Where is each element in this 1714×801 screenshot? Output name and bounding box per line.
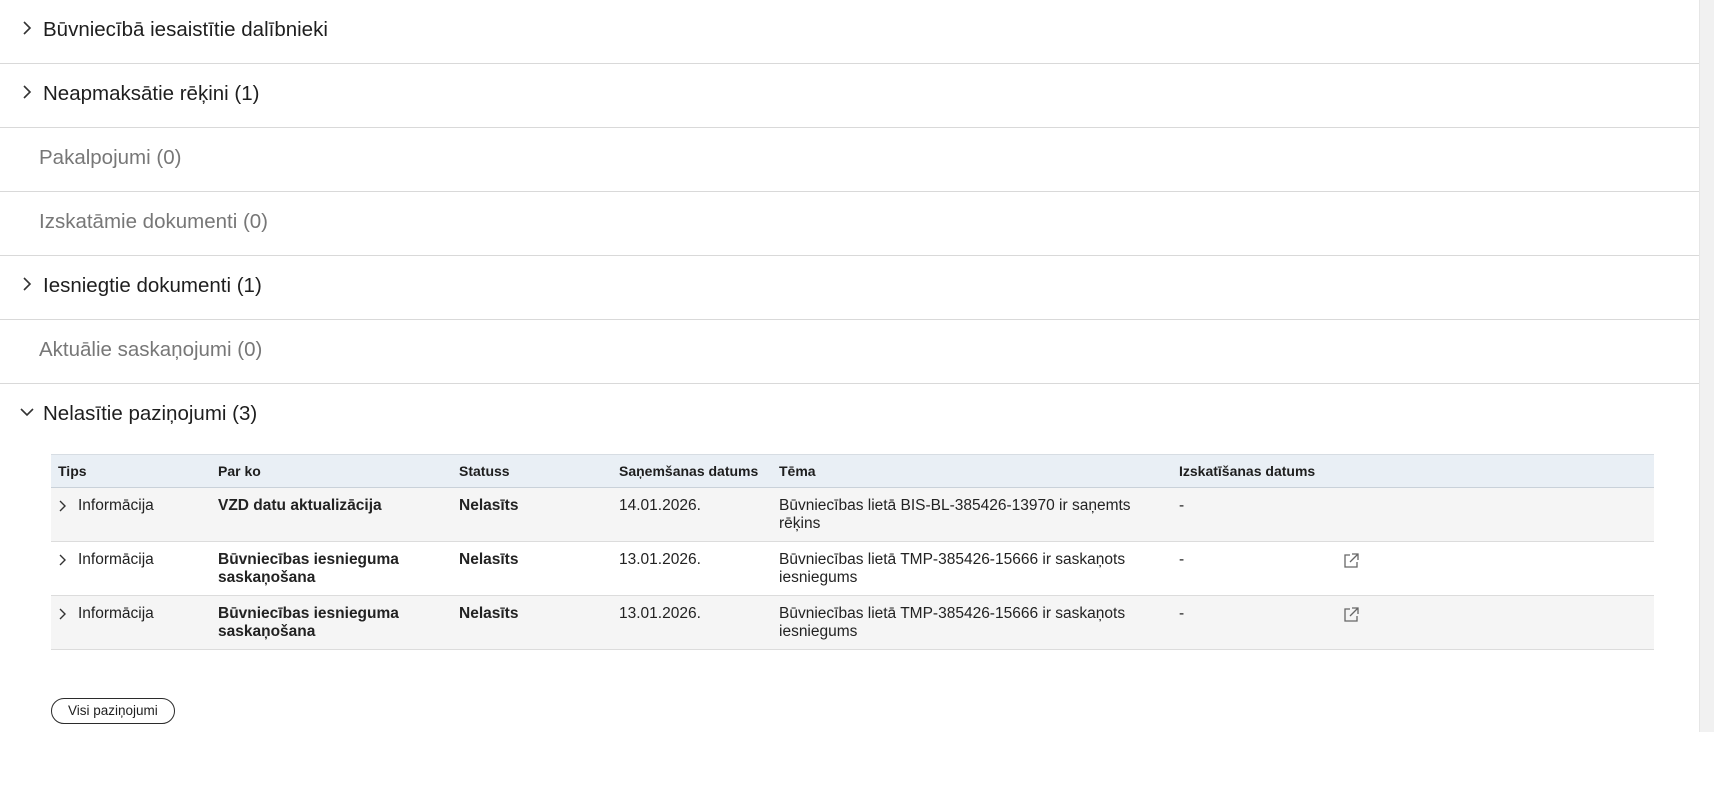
cell-tips[interactable]: Informācija bbox=[51, 488, 211, 542]
col-header-izskatisanas-datums: Izskatīšanas datums bbox=[1172, 454, 1332, 488]
cell-statuss: Nelasīts bbox=[459, 605, 519, 622]
cell-actions bbox=[1332, 542, 1654, 596]
notifications-table: Tips Par ko Statuss Saņemšanas datums Tē… bbox=[51, 454, 1654, 650]
cell-tips-text: Informācija bbox=[78, 551, 154, 568]
case-sections: Būvniecībā iesaistītie dalībnieki Neapma… bbox=[0, 0, 1700, 801]
external-link-icon[interactable] bbox=[1342, 606, 1360, 624]
cell-datums: 14.01.2026. bbox=[619, 497, 701, 514]
cell-tema: Būvniecības lietā BIS-BL-385426-13970 ir… bbox=[779, 497, 1131, 532]
section-title: Pakalpojumi (0) bbox=[39, 146, 182, 169]
section-documents-to-review: Izskatāmie dokumenti (0) bbox=[0, 192, 1700, 256]
cell-izskatisanas: - bbox=[1179, 551, 1185, 568]
chevron-right-icon bbox=[23, 277, 32, 291]
section-services: Pakalpojumi (0) bbox=[0, 128, 1700, 192]
section-participants[interactable]: Būvniecībā iesaistītie dalībnieki bbox=[0, 0, 1700, 64]
cell-par-ko: Būvniecības iesnieguma saskaņošana bbox=[218, 551, 399, 586]
col-header-actions bbox=[1332, 454, 1654, 488]
cell-tema: Būvniecības lietā TMP-385426-15666 ir sa… bbox=[779, 551, 1126, 586]
chevron-right-icon[interactable] bbox=[58, 553, 68, 567]
cell-statuss: Nelasīts bbox=[459, 497, 519, 514]
col-header-statuss: Statuss bbox=[452, 454, 612, 488]
section-unpaid-invoices[interactable]: Neapmaksātie rēķini (1) bbox=[0, 64, 1700, 128]
chevron-down-icon[interactable] bbox=[20, 403, 34, 421]
cell-par-ko: Būvniecības iesnieguma saskaņošana bbox=[218, 605, 399, 640]
cell-actions bbox=[1332, 596, 1654, 650]
section-submitted-documents[interactable]: Iesniegtie dokumenti (1) bbox=[0, 256, 1700, 320]
section-title: Aktuālie saskaņojumi (0) bbox=[39, 338, 263, 361]
section-current-approvals: Aktuālie saskaņojumi (0) bbox=[0, 320, 1700, 384]
section-title: Būvniecībā iesaistītie dalībnieki bbox=[43, 18, 328, 41]
cell-datums: 13.01.2026. bbox=[619, 551, 701, 568]
table-header-row: Tips Par ko Statuss Saņemšanas datums Tē… bbox=[51, 454, 1654, 488]
cell-tips-text: Informācija bbox=[78, 497, 154, 514]
external-link-icon[interactable] bbox=[1342, 552, 1360, 570]
section-title[interactable]: Nelasītie paziņojumi (3) bbox=[43, 401, 257, 427]
col-header-tips: Tips bbox=[51, 454, 211, 488]
cell-par-ko: VZD datu aktualizācija bbox=[218, 497, 382, 514]
cell-tips[interactable]: Informācija bbox=[51, 542, 211, 596]
section-unread-notifications: Nelasītie paziņojumi (3) Tips Par ko Sta… bbox=[0, 384, 1700, 801]
section-title: Iesniegtie dokumenti (1) bbox=[43, 274, 262, 297]
cell-izskatisanas: - bbox=[1179, 497, 1185, 514]
cell-actions bbox=[1332, 488, 1654, 542]
section-title: Neapmaksātie rēķini (1) bbox=[43, 82, 260, 105]
section-title: Izskatāmie dokumenti (0) bbox=[39, 210, 269, 233]
vertical-scrollbar[interactable] bbox=[1699, 0, 1714, 732]
col-header-par-ko: Par ko bbox=[211, 454, 452, 488]
col-header-sanemsanas-datums: Saņemšanas datums bbox=[612, 454, 772, 488]
cell-datums: 13.01.2026. bbox=[619, 605, 701, 622]
all-notifications-button[interactable]: Visi paziņojumi bbox=[51, 698, 175, 724]
table-row[interactable]: Informācija VZD datu aktualizācija Nelas… bbox=[51, 487, 1654, 542]
table-row[interactable]: Informācija Būvniecības iesnieguma saska… bbox=[51, 595, 1654, 650]
table-row[interactable]: Informācija Būvniecības iesnieguma saska… bbox=[51, 542, 1654, 596]
cell-tips[interactable]: Informācija bbox=[51, 596, 211, 650]
col-header-tema: Tēma bbox=[772, 454, 1172, 488]
chevron-right-icon bbox=[23, 21, 32, 35]
chevron-right-icon[interactable] bbox=[58, 499, 68, 513]
cell-tema: Būvniecības lietā TMP-385426-15666 ir sa… bbox=[779, 605, 1126, 640]
chevron-right-icon bbox=[23, 85, 32, 99]
cell-tips-text: Informācija bbox=[78, 605, 154, 622]
cell-statuss: Nelasīts bbox=[459, 551, 519, 568]
chevron-right-icon[interactable] bbox=[58, 607, 68, 621]
cell-izskatisanas: - bbox=[1179, 605, 1185, 622]
